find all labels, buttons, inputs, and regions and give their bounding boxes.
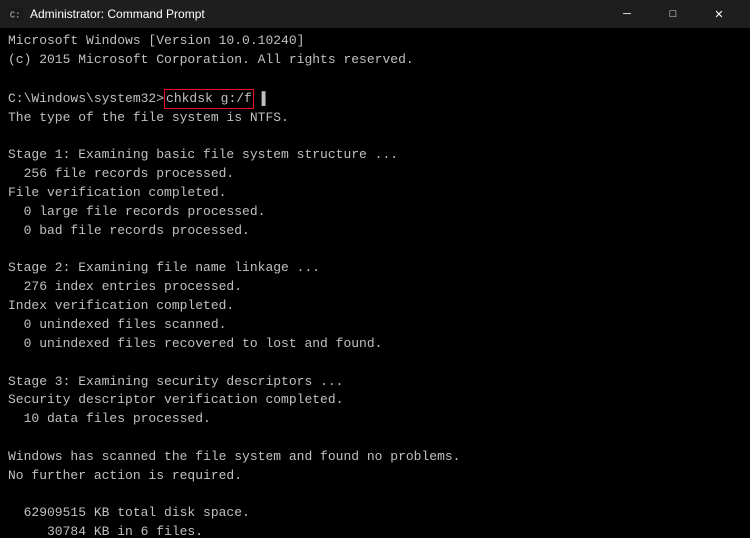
console-line: Stage 2: Examining file name linkage ...	[8, 259, 742, 278]
console-line: 30784 KB in 6 files.	[8, 523, 742, 538]
console-line: Stage 1: Examining basic file system str…	[8, 146, 742, 165]
maximize-button[interactable]: □	[650, 0, 696, 28]
title-bar-controls: ─ □ ✕	[604, 0, 742, 28]
title-bar: C: Administrator: Command Prompt ─ □ ✕	[0, 0, 750, 28]
svg-text:C:: C:	[10, 11, 21, 21]
console-line: File verification completed.	[8, 184, 742, 203]
console-line: 62909515 KB total disk space.	[8, 504, 742, 523]
minimize-button[interactable]: ─	[604, 0, 650, 28]
console-line: 0 unindexed files scanned.	[8, 316, 742, 335]
console-line	[8, 70, 742, 89]
console-line: No further action is required.	[8, 467, 742, 486]
console-line	[8, 128, 742, 147]
cursor: ▌	[254, 90, 270, 108]
console-line: Microsoft Windows [Version 10.0.10240]	[8, 32, 742, 51]
console-line: (c) 2015 Microsoft Corporation. All righ…	[8, 51, 742, 70]
console-line	[8, 241, 742, 260]
console-line: Index verification completed.	[8, 297, 742, 316]
console-line: 256 file records processed.	[8, 165, 742, 184]
prompt-line: C:\Windows\system32>chkdsk g:/f ▌	[8, 89, 742, 109]
cmd-icon: C:	[8, 6, 24, 22]
console-line: 10 data files processed.	[8, 410, 742, 429]
command-prompt-window: C: Administrator: Command Prompt ─ □ ✕ M…	[0, 0, 750, 538]
console-line: 0 unindexed files recovered to lost and …	[8, 335, 742, 354]
title-text: Administrator: Command Prompt	[30, 7, 205, 21]
console-line	[8, 486, 742, 505]
console-line	[8, 429, 742, 448]
console-line: Stage 3: Examining security descriptors …	[8, 373, 742, 392]
console-line: Security descriptor verification complet…	[8, 391, 742, 410]
console-line: 276 index entries processed.	[8, 278, 742, 297]
console-line	[8, 354, 742, 373]
console-output[interactable]: Microsoft Windows [Version 10.0.10240](c…	[0, 28, 750, 538]
console-line: The type of the file system is NTFS.	[8, 109, 742, 128]
console-line: 0 bad file records processed.	[8, 222, 742, 241]
title-bar-left: C: Administrator: Command Prompt	[8, 6, 205, 22]
command-text: chkdsk g:/f	[164, 89, 254, 109]
prompt-text: C:\Windows\system32>	[8, 90, 164, 108]
close-button[interactable]: ✕	[696, 0, 742, 28]
console-line: 0 large file records processed.	[8, 203, 742, 222]
console-line: Windows has scanned the file system and …	[8, 448, 742, 467]
